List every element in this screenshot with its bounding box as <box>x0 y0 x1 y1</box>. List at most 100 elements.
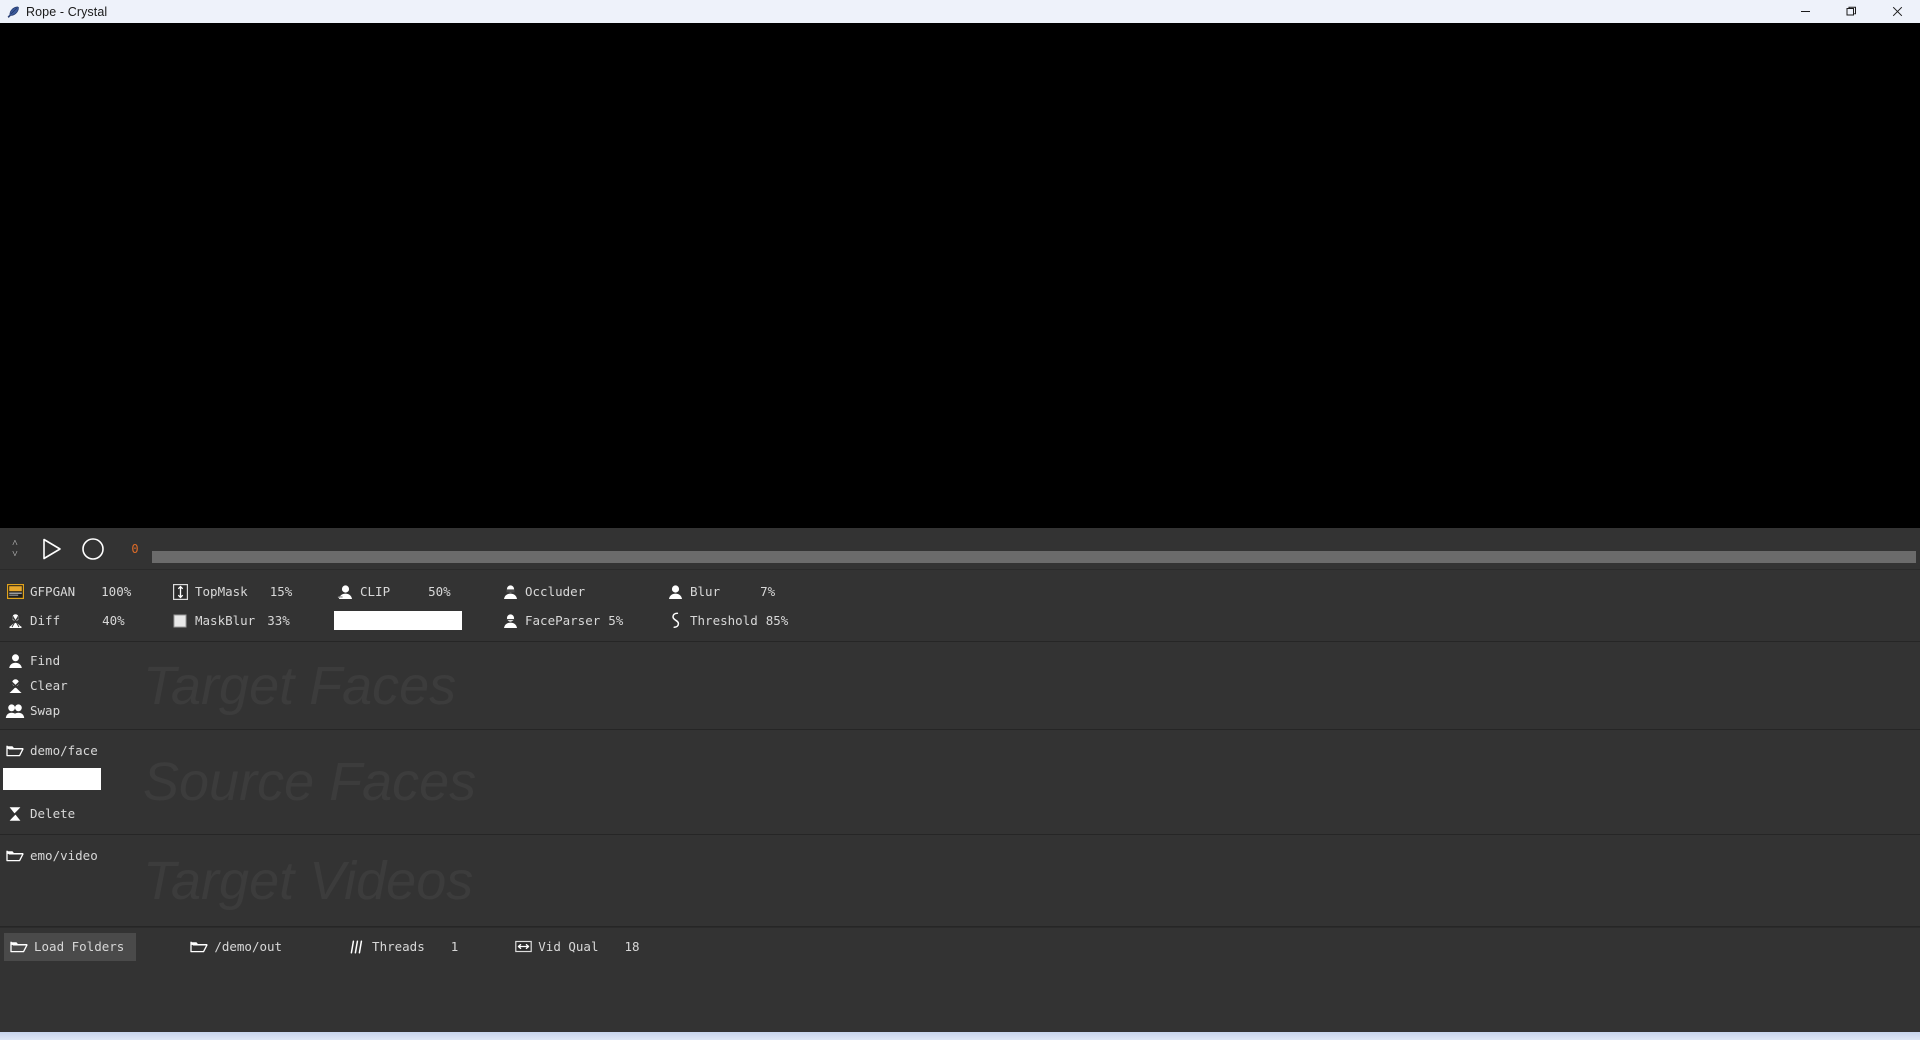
source-faces-placeholder: Source Faces <box>143 752 477 812</box>
minimize-button[interactable] <box>1782 0 1828 23</box>
find-button[interactable]: Find <box>0 648 140 673</box>
play-button[interactable] <box>30 528 72 570</box>
delete-icon <box>0 806 30 822</box>
threshold-icon <box>660 612 690 629</box>
param-threshold[interactable]: Threshold 85% <box>660 606 825 635</box>
videos-folder-button[interactable]: emo/video <box>0 841 140 870</box>
blur-icon <box>660 584 690 600</box>
param-occluder[interactable]: Occluder <box>495 577 660 606</box>
param-diff[interactable]: Diff 40% <box>0 606 165 635</box>
threads-value: 1 <box>450 939 459 954</box>
param-clip-value: 50% <box>428 584 451 599</box>
folder-icon <box>0 743 30 758</box>
app-window: ˄ ˅ 0 GFPGAN 100% TopMask 15% CLIP 50% O… <box>0 23 1920 1032</box>
nudge-down-icon[interactable]: ˅ <box>12 549 18 559</box>
delete-button[interactable]: Delete <box>0 799 140 828</box>
param-gfpgan-label: GFPGAN <box>30 584 76 599</box>
person-clear-icon <box>0 678 30 694</box>
clip-text-input[interactable] <box>334 611 462 630</box>
find-button-label: Find <box>30 653 61 668</box>
record-button[interactable] <box>72 528 114 570</box>
target-videos-actions: emo/video <box>0 835 140 926</box>
clip-text-field-wrap <box>330 606 495 635</box>
param-threshold-label: Threshold <box>690 613 758 628</box>
window-controls <box>1782 0 1920 23</box>
target-faces-placeholder: Target Faces <box>143 655 457 716</box>
desktop-strip <box>0 1032 1920 1040</box>
vid-qual-value: 18 <box>624 939 640 954</box>
source-search-wrap <box>0 765 140 794</box>
window-titlebar: Rope - Crystal <box>0 0 1920 23</box>
target-videos-panel: emo/video Target Videos <box>0 835 1920 927</box>
target-videos-list[interactable]: Target Videos <box>140 835 1920 926</box>
param-topmask[interactable]: TopMask 15% <box>165 577 330 606</box>
param-occluder-label: Occluder <box>525 584 586 599</box>
param-clip-label: CLIP <box>360 584 391 599</box>
timeline-scrubber[interactable] <box>152 551 1916 563</box>
vid-qual-control[interactable]: Vid Qual 18 <box>508 933 640 961</box>
param-threshold-value: 85% <box>765 613 789 628</box>
param-blur[interactable]: Blur 7% <box>660 577 825 606</box>
param-diff-value: 40% <box>102 613 125 628</box>
vidqual-icon <box>508 939 538 954</box>
param-maskblur-value: 33% <box>267 613 290 628</box>
param-topmask-value: 15% <box>269 584 293 599</box>
folder-icon <box>184 939 214 954</box>
param-faceparser-value: 5% <box>608 613 624 628</box>
param-topmask-label: TopMask <box>195 584 248 599</box>
person-icon <box>0 653 30 669</box>
delete-button-label: Delete <box>30 806 76 822</box>
param-gfpgan[interactable]: GFPGAN 100% <box>0 577 165 606</box>
param-gfpgan-value: 100% <box>101 584 132 599</box>
clear-button-label: Clear <box>30 678 68 693</box>
gfpgan-icon <box>0 584 30 599</box>
target-videos-placeholder: Target Videos <box>143 850 474 911</box>
window-title: Rope - Crystal <box>26 4 108 19</box>
occluder-icon <box>495 584 525 600</box>
transport-bar: ˄ ˅ 0 <box>0 528 1920 570</box>
output-folder-button[interactable]: /demo/out <box>184 933 282 961</box>
param-diff-label: Diff <box>30 613 61 628</box>
threads-icon <box>342 939 372 955</box>
vid-qual-label: Vid Qual <box>538 939 599 954</box>
param-blur-value: 7% <box>760 584 776 599</box>
clip-icon <box>330 584 360 600</box>
maximize-button[interactable] <box>1828 0 1874 23</box>
frame-number: 0 <box>131 541 139 556</box>
swap-button[interactable]: Swap <box>0 698 140 723</box>
param-maskblur[interactable]: MaskBlur 33% <box>165 606 330 635</box>
swap-button-label: Swap <box>30 703 61 718</box>
source-folder-button[interactable]: demo/face <box>0 736 140 765</box>
target-faces-panel: Find Clear Swap Target Faces <box>0 642 1920 730</box>
video-preview[interactable] <box>0 23 1920 528</box>
person-swap-icon <box>0 703 30 719</box>
videos-folder-label: emo/video <box>30 848 98 863</box>
load-folders-label: Load Folders <box>34 939 125 954</box>
maskblur-icon <box>165 614 195 628</box>
source-faces-actions: demo/face Delete <box>0 730 140 834</box>
param-faceparser[interactable]: FaceParser 5% <box>495 606 660 635</box>
param-blur-label: Blur <box>690 584 721 599</box>
output-folder-label: /demo/out <box>214 939 283 954</box>
faceparser-icon <box>495 613 525 629</box>
source-faces-search-input[interactable] <box>3 768 101 790</box>
threads-control[interactable]: Threads 1 <box>342 933 458 961</box>
close-button[interactable] <box>1874 0 1920 23</box>
parameters-panel: GFPGAN 100% TopMask 15% CLIP 50% Occlude… <box>0 570 1920 642</box>
source-faces-panel: demo/face Delete Source Faces <box>0 730 1920 835</box>
diff-icon <box>0 613 30 629</box>
param-clip[interactable]: CLIP 50% <box>330 577 495 606</box>
frame-nudge-controls[interactable]: ˄ ˅ <box>0 528 30 570</box>
source-folder-label: demo/face <box>30 742 98 758</box>
target-faces-actions: Find Clear Swap <box>0 642 140 729</box>
bottom-toolbar: Load Folders /demo/out Threads 1 Vid Qua… <box>0 927 1920 965</box>
clear-button[interactable]: Clear <box>0 673 140 698</box>
parameters-row-2: Diff 40% MaskBlur 33% FaceParser 5% Thre… <box>0 606 1920 635</box>
param-faceparser-label: FaceParser <box>525 613 601 628</box>
nudge-up-icon[interactable]: ˄ <box>12 538 18 548</box>
target-faces-list[interactable]: Target Faces <box>140 642 1920 729</box>
source-faces-list[interactable]: Source Faces <box>140 730 1920 834</box>
folder-icon <box>4 939 34 954</box>
folder-icon <box>0 848 30 863</box>
load-folders-button[interactable]: Load Folders <box>4 932 137 961</box>
